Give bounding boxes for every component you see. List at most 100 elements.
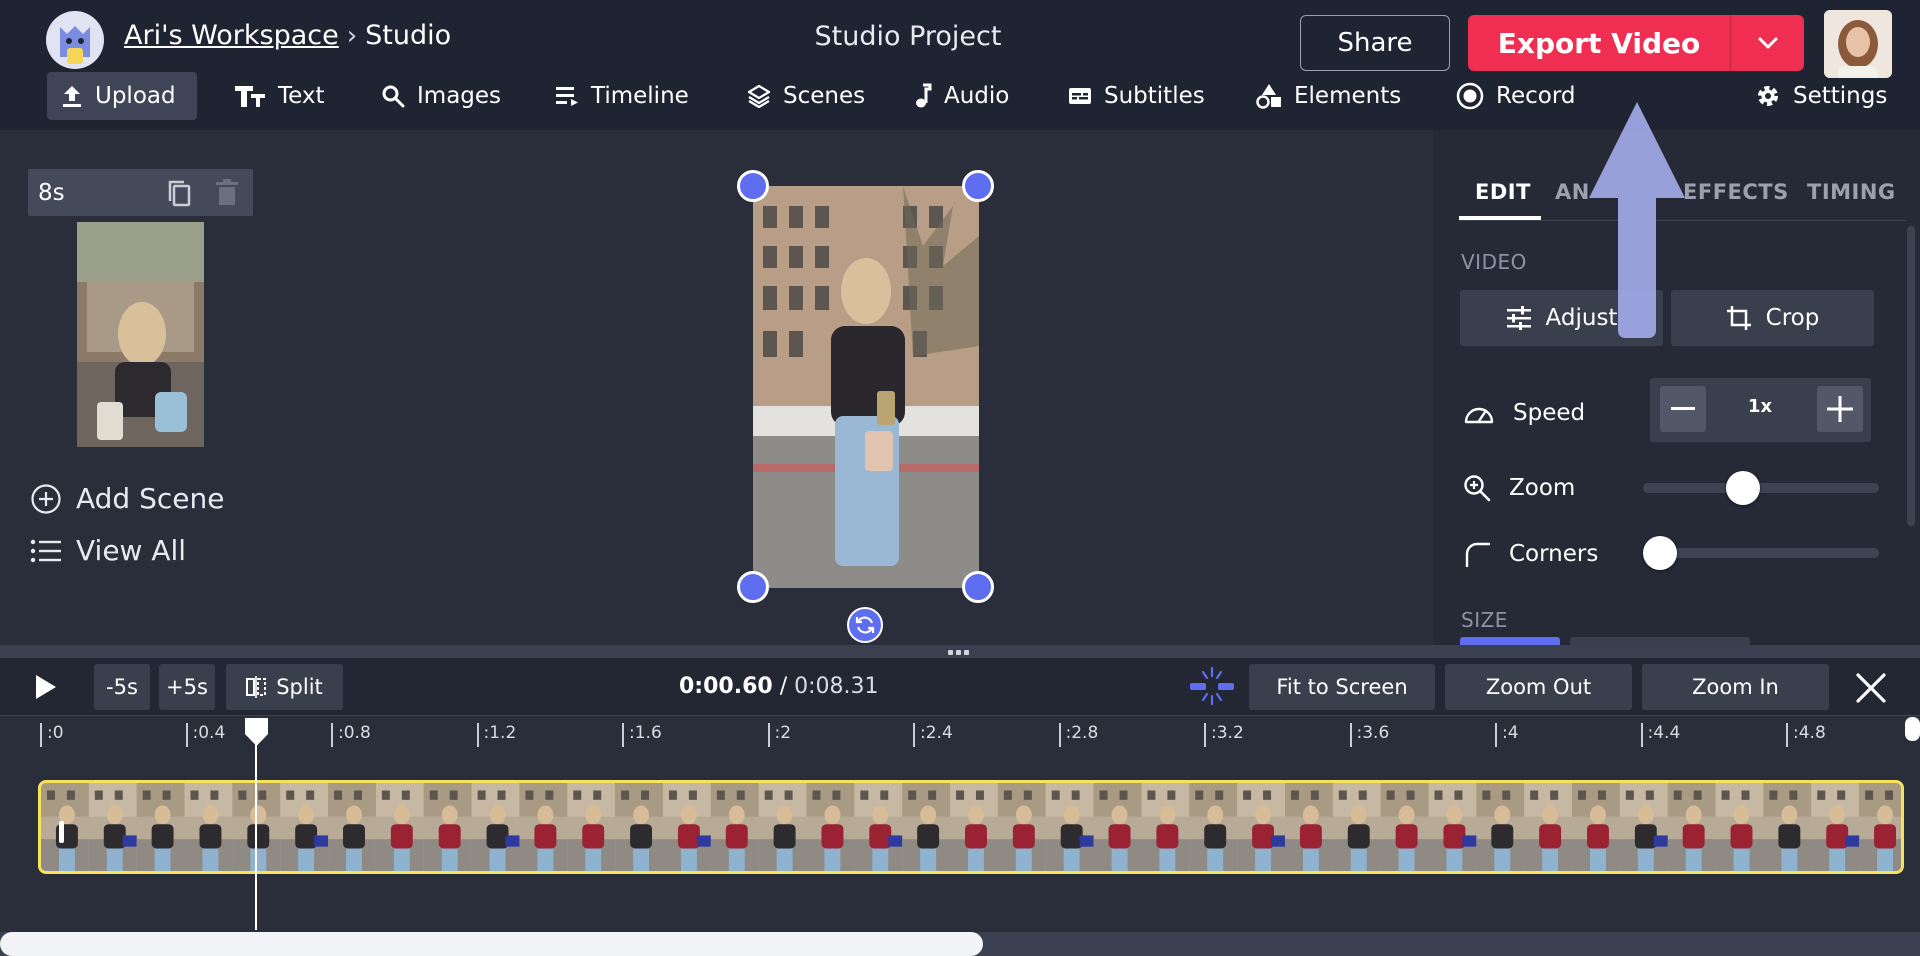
zoom-slider[interactable]: [1643, 471, 1879, 505]
add-scene-button[interactable]: Add Scene: [30, 482, 224, 515]
ruler-tick: :0.8: [331, 723, 371, 747]
scene-duration: 8s: [38, 180, 65, 206]
play-button[interactable]: [30, 668, 70, 706]
scene-card[interactable]: 8s: [28, 169, 253, 216]
view-all-button[interactable]: View All: [30, 534, 186, 567]
clip-filmstrip: [41, 783, 1901, 871]
timeline-vertical-scrollbar[interactable]: [1905, 717, 1920, 741]
toolbar-settings[interactable]: Settings: [1741, 72, 1901, 120]
add-circle-icon: [31, 483, 61, 514]
properties-panel: EDIT AN EFFECTS TIMING VIDEO Adjust Crop…: [1433, 130, 1920, 645]
tab-timing[interactable]: TIMING: [1807, 180, 1896, 204]
skip-forward-button[interactable]: +5s: [159, 664, 215, 710]
corners-label: Corners: [1509, 541, 1599, 567]
toolbar-elements[interactable]: Elements: [1242, 72, 1415, 120]
size-option-button[interactable]: [1460, 637, 1560, 645]
project-title[interactable]: Studio Project: [780, 21, 1036, 52]
scene-thumbnail[interactable]: [77, 222, 204, 447]
timeline-scroll-thumb[interactable]: [0, 932, 983, 956]
snap-icon[interactable]: [1188, 666, 1236, 706]
split-button[interactable]: Split: [226, 664, 343, 710]
export-video-button[interactable]: Export Video: [1468, 15, 1730, 71]
video-layer[interactable]: [753, 186, 979, 588]
corners-slider[interactable]: [1643, 536, 1879, 570]
zoom-slider-thumb[interactable]: [1725, 471, 1760, 505]
fit-to-screen-button[interactable]: Fit to Screen: [1249, 664, 1435, 710]
toolbar-record[interactable]: Record: [1442, 72, 1589, 120]
search-icon: [382, 85, 405, 108]
video-section-label: VIDEO: [1461, 250, 1527, 274]
delete-scene-icon[interactable]: [214, 179, 240, 207]
resize-grip-icon[interactable]: [948, 650, 969, 655]
toolbar-audio[interactable]: Audio: [900, 72, 1023, 120]
toolbar-timeline[interactable]: Timeline: [541, 72, 703, 120]
ruler-tick: :2.4: [913, 723, 953, 747]
view-all-label: View All: [76, 534, 187, 567]
toolbar-label: Timeline: [591, 83, 689, 109]
toolbar-label: Record: [1496, 83, 1576, 109]
speed-label: Speed: [1513, 400, 1586, 426]
ruler-tick: :2: [767, 723, 791, 747]
resize-handle-top-right[interactable]: [962, 170, 994, 202]
size-option-button[interactable]: [1570, 637, 1750, 645]
resize-handle-bottom-right[interactable]: [962, 571, 994, 603]
playhead-handle[interactable]: [243, 716, 270, 748]
crop-icon: [1726, 306, 1751, 330]
total-time: 0:08.31: [794, 674, 879, 699]
speed-increase-button[interactable]: [1817, 386, 1863, 432]
timeline-controls: -5s +5s Split 0:00.60 / 0:08.31 Fit to S…: [0, 658, 1920, 715]
zoom-in-button[interactable]: Zoom In: [1642, 664, 1829, 710]
skip-back-button[interactable]: -5s: [94, 664, 150, 710]
toolbar-scenes[interactable]: Scenes: [733, 72, 879, 120]
clip-trim-handle[interactable]: [59, 821, 64, 843]
zoom-in-icon: [1464, 475, 1491, 502]
current-time: 0:00.60: [679, 674, 773, 699]
top-bar: Ari's Workspace › Studio Studio Project …: [0, 0, 1920, 130]
record-icon: [1456, 82, 1484, 110]
share-button[interactable]: Share: [1300, 15, 1450, 71]
list-icon: [30, 539, 61, 562]
ruler-tick: :3.6: [1349, 723, 1389, 747]
tab-divider: [1459, 220, 1906, 221]
toolbar-label: Text: [278, 83, 325, 109]
video-track-clip[interactable]: [38, 780, 1904, 874]
timeline-ruler[interactable]: :0:0.4:0.8:1.2:1.6:2:2.4:2.8:3.2:3.6:4:4…: [0, 715, 1920, 770]
adjust-button[interactable]: Adjust: [1460, 290, 1663, 346]
toolbar-images[interactable]: Images: [367, 72, 515, 120]
plus-icon: [1827, 396, 1853, 422]
toolbar-label: Scenes: [783, 83, 866, 109]
rotate-handle[interactable]: [847, 607, 883, 643]
tab-effects[interactable]: EFFECTS: [1683, 180, 1789, 204]
timeline-icon: [556, 87, 578, 106]
resize-handle-top-left[interactable]: [737, 170, 769, 202]
corners-slider-thumb[interactable]: [1643, 536, 1677, 570]
main-toolbar: Upload Text Images Timeline Scenes Audio…: [0, 72, 1920, 124]
resize-handle-bottom-left[interactable]: [737, 571, 769, 603]
toolbar-text[interactable]: Text: [220, 72, 339, 120]
toolbar-upload[interactable]: Upload: [47, 72, 197, 120]
crop-button[interactable]: Crop: [1671, 290, 1874, 346]
split-icon: [246, 676, 267, 698]
time-readout: 0:00.60 / 0:08.31: [679, 674, 879, 699]
export-options-button[interactable]: [1730, 15, 1804, 71]
user-avatar[interactable]: [1824, 10, 1892, 78]
kapwing-logo[interactable]: [46, 11, 104, 69]
speed-decrease-button[interactable]: [1660, 386, 1706, 432]
scene-panel: 8s Add Scene View All: [0, 130, 300, 645]
ruler-tick: :0.4: [185, 723, 225, 747]
tab-animate[interactable]: AN: [1555, 180, 1590, 204]
duplicate-scene-icon[interactable]: [166, 179, 192, 207]
tab-edit[interactable]: EDIT: [1475, 180, 1531, 204]
add-scene-label: Add Scene: [76, 482, 225, 515]
shapes-icon: [1256, 84, 1281, 109]
panel-scrollbar[interactable]: [1907, 226, 1915, 526]
workspace-link[interactable]: Ari's Workspace: [124, 20, 339, 51]
ruler-tick: :0: [40, 723, 64, 747]
toolbar-label: Subtitles: [1104, 83, 1205, 109]
speedometer-icon: [1464, 407, 1494, 424]
toolbar-subtitles[interactable]: Subtitles: [1054, 72, 1219, 120]
speed-row: Speed: [1463, 400, 1585, 426]
close-timeline-button[interactable]: [1855, 667, 1897, 709]
subtitles-icon: [1069, 88, 1091, 104]
zoom-out-button[interactable]: Zoom Out: [1445, 664, 1632, 710]
